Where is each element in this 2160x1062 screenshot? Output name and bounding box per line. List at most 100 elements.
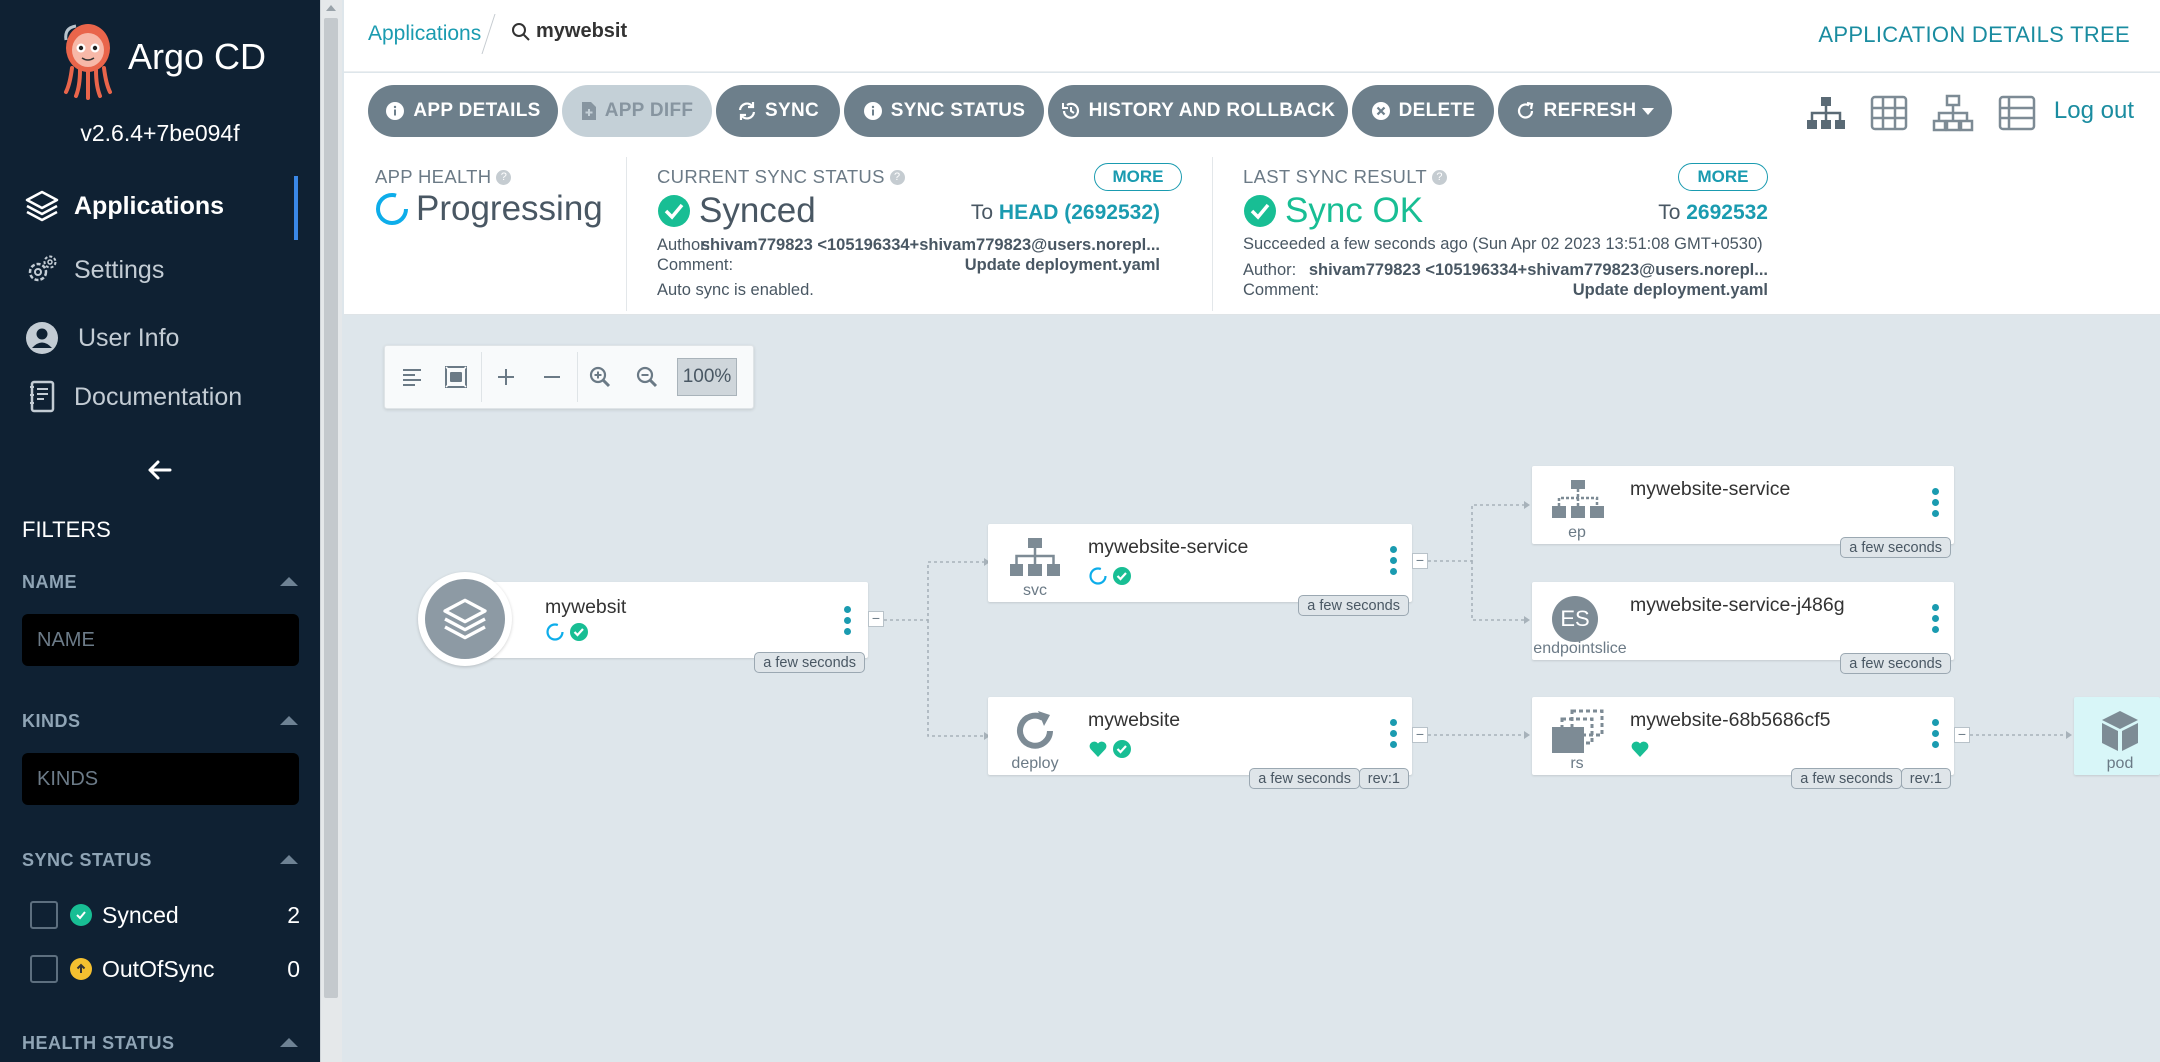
sidebar-scrollbar[interactable] (320, 0, 342, 1062)
collapse-toggle[interactable]: − (1412, 553, 1428, 569)
sync-status-button[interactable]: SYNC STATUS (844, 85, 1044, 137)
sync-filter-label: Synced (102, 901, 179, 928)
node-endpointslice[interactable]: ES endpointslice mywebsite-service-j486g… (1532, 582, 1954, 674)
help-icon[interactable]: ? (1432, 169, 1448, 185)
last-sync-status: Sync OK (1243, 191, 1423, 231)
scroll-up-arrow-icon[interactable] (326, 5, 336, 11)
progressing-icon (546, 623, 564, 641)
node-menu-icon[interactable] (1390, 546, 1398, 576)
nav-user-info[interactable]: User Info (22, 314, 179, 362)
current-sync-revision-link[interactable]: HEAD (2692532) (999, 201, 1160, 224)
delete-button[interactable]: DELETE (1352, 85, 1494, 137)
collapse-toggle[interactable]: − (868, 611, 884, 627)
app-icon-circle[interactable] (418, 572, 512, 666)
health-status-filter-label: HEALTH STATUS (22, 1033, 175, 1053)
fit-screen-icon[interactable] (439, 360, 473, 394)
edge-arrowhead (1524, 616, 1530, 624)
nav-documentation[interactable]: Documentation (22, 373, 242, 421)
scrollbar-thumb[interactable] (324, 18, 338, 998)
network-view-icon[interactable] (1931, 93, 1975, 133)
node-ep[interactable]: ep mywebsite-service a few seconds (1532, 466, 1954, 558)
page-title: APPLICATION DETAILS TREE (1818, 22, 2130, 47)
current-sync-status-text: Synced (699, 191, 816, 230)
node-menu-icon[interactable] (1932, 719, 1940, 749)
graph-controls: 100% (384, 345, 754, 409)
node-menu-icon[interactable] (1932, 604, 1940, 634)
current-sync-author: shivam779823 <105196334+shivam779823@use… (700, 236, 1160, 254)
node-svc[interactable]: svc mywebsite-service a few seconds (988, 524, 1412, 616)
breadcrumb-applications[interactable]: Applications (368, 22, 481, 46)
expand-plus-icon[interactable] (489, 360, 523, 394)
node-age-tag: a few seconds (754, 652, 865, 673)
sync-filter-outofsync[interactable]: OutOfSync 0 (30, 951, 300, 987)
refresh-button[interactable]: REFRESH (1498, 85, 1672, 137)
nav-settings[interactable]: Settings (22, 246, 164, 294)
current-sync-status: Synced (657, 191, 816, 231)
checkbox[interactable] (30, 901, 58, 929)
sync-button[interactable]: SYNC (716, 85, 840, 137)
collapse-toggle[interactable]: − (1412, 727, 1428, 743)
sync-status-caret-icon[interactable] (280, 855, 298, 864)
collapse-toggle[interactable]: − (1954, 727, 1970, 743)
checkbox[interactable] (30, 955, 58, 983)
sync-filter-synced[interactable]: Synced 2 (30, 897, 300, 933)
zoom-in-icon[interactable] (583, 360, 617, 394)
delete-label: DELETE (1398, 100, 1476, 121)
nav-applications[interactable]: Applications (22, 182, 224, 230)
zoom-out-icon[interactable] (630, 360, 664, 394)
list-view-icon[interactable] (1995, 93, 2039, 133)
health-status-caret-icon[interactable] (280, 1038, 298, 1047)
node-rs[interactable]: rs mywebsite-68b5686cf5 a few seconds re… (1532, 697, 1954, 789)
node-deploy[interactable]: deploy mywebsite a few seconds rev:1 (988, 697, 1412, 789)
breadcrumb-separator (481, 14, 497, 54)
sync-filter-label: OutOfSync (102, 955, 215, 982)
app-diff-button[interactable]: APP DIFF (562, 85, 712, 137)
last-sync-more-button[interactable]: MORE (1678, 163, 1768, 191)
layers-icon (22, 186, 62, 226)
node-app[interactable]: mywebsit a few seconds (464, 582, 868, 673)
check-circle-icon (70, 904, 92, 926)
argo-logo (64, 24, 112, 100)
node-kind: deploy (1011, 755, 1059, 772)
last-sync-author: shivam779823 <105196334+shivam779823@use… (1308, 261, 1768, 279)
app-details-button[interactable]: APP DETAILS (368, 85, 558, 137)
info-icon (385, 101, 405, 121)
last-sync-title-text: LAST SYNC RESULT (1243, 166, 1428, 187)
pods-grid-view-icon[interactable] (1867, 93, 1911, 133)
node-kind: rs (1570, 755, 1584, 772)
app-diff-label: APP DIFF (604, 100, 694, 121)
collapse-sidebar-arrow-icon[interactable] (142, 452, 178, 488)
help-icon[interactable]: ? (496, 169, 512, 185)
service-icon (1010, 538, 1060, 576)
kinds-filter-caret-icon[interactable] (280, 716, 298, 725)
book-icon (22, 377, 62, 417)
separator (481, 352, 482, 402)
help-icon[interactable]: ? (889, 169, 905, 185)
name-filter-input[interactable] (22, 614, 299, 666)
breadcrumb-search[interactable]: mywebsit (510, 20, 627, 43)
edge-arrowhead (2066, 731, 2072, 739)
caret-down-icon (1642, 107, 1655, 115)
info-icon (863, 101, 883, 121)
history-rollback-button[interactable]: HISTORY AND ROLLBACK (1048, 85, 1348, 137)
collapse-minus-icon[interactable] (535, 360, 569, 394)
name-filter-label: NAME (22, 572, 77, 592)
node-pod[interactable]: pod (2074, 697, 2160, 775)
node-menu-icon[interactable] (1932, 488, 1940, 518)
node-menu-icon[interactable] (844, 606, 852, 636)
tree-view-icon[interactable] (1804, 93, 1848, 133)
app-health-title-text: APP HEALTH (375, 166, 492, 187)
last-sync-title: LAST SYNC RESULT? (1243, 166, 1448, 188)
node-menu-icon[interactable] (1390, 719, 1398, 749)
pod-cube-icon (2102, 711, 2138, 751)
deployment-icon (1017, 711, 1053, 749)
align-left-icon[interactable] (395, 360, 429, 394)
status-panel: APP HEALTH? Progressing CURRENT SYNC STA… (344, 153, 2160, 315)
kinds-filter-input[interactable] (22, 753, 299, 805)
last-sync-revision-link[interactable]: 2692532 (1686, 201, 1768, 224)
node-status-icons (1088, 739, 1132, 759)
current-sync-more-button[interactable]: MORE (1094, 163, 1182, 191)
to-prefix: To (970, 201, 994, 224)
name-filter-caret-icon[interactable] (280, 577, 298, 586)
logout-link[interactable]: Log out (2054, 97, 2134, 125)
